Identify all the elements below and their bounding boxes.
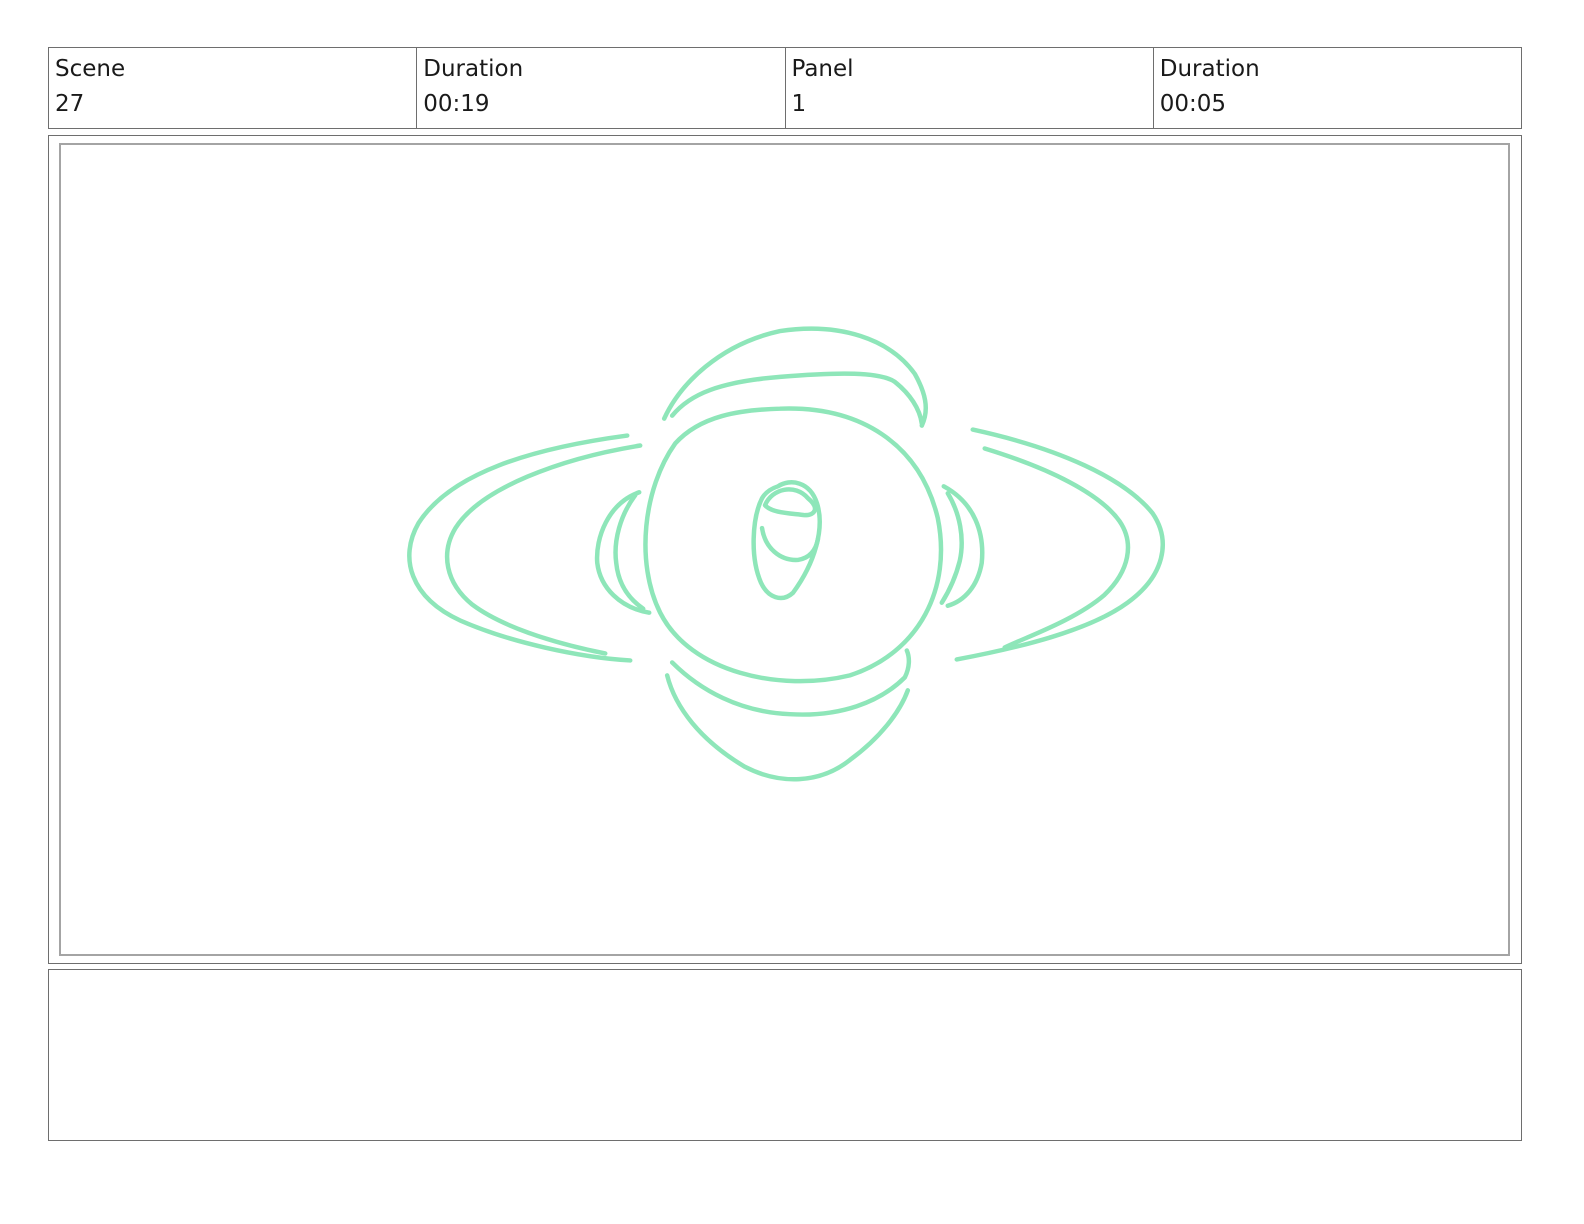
panel-label: Panel (791, 56, 854, 82)
bottom-arch-outer-stroke (664, 673, 911, 782)
panel-notes-box[interactable] (48, 969, 1522, 1141)
storyboard-panel-frame (48, 135, 1522, 964)
top-arch-inner-stroke (669, 371, 925, 426)
scene-cell: Scene 27 (49, 48, 418, 128)
scene-duration-label: Duration (423, 56, 524, 82)
panel-duration-label: Duration (1159, 56, 1260, 82)
pupil-highlight-stroke (762, 487, 818, 518)
scene-number: 27 (55, 91, 85, 117)
eye-sketch-drawing (407, 326, 1165, 782)
panel-header-table: Scene 27 Duration 00:19 Panel 1 Duration… (48, 47, 1522, 129)
panel-cell: Panel 1 (786, 48, 1154, 128)
iris-circle-stroke (643, 406, 944, 684)
scene-duration-cell: Duration 00:19 (417, 48, 786, 128)
scene-label: Scene (55, 56, 126, 82)
panel-safe-area (59, 143, 1510, 956)
left-crescent-stroke (594, 490, 652, 615)
panel-duration-cell: Duration 00:05 (1154, 48, 1521, 128)
pupil-lower-stroke (759, 525, 821, 563)
scene-duration-value: 00:19 (423, 91, 490, 117)
panel-duration-value: 00:05 (1159, 91, 1227, 117)
left-crescent-inner-stroke (613, 493, 646, 611)
right-crescent-inner-stroke (939, 491, 964, 605)
panel-number: 1 (791, 91, 807, 117)
